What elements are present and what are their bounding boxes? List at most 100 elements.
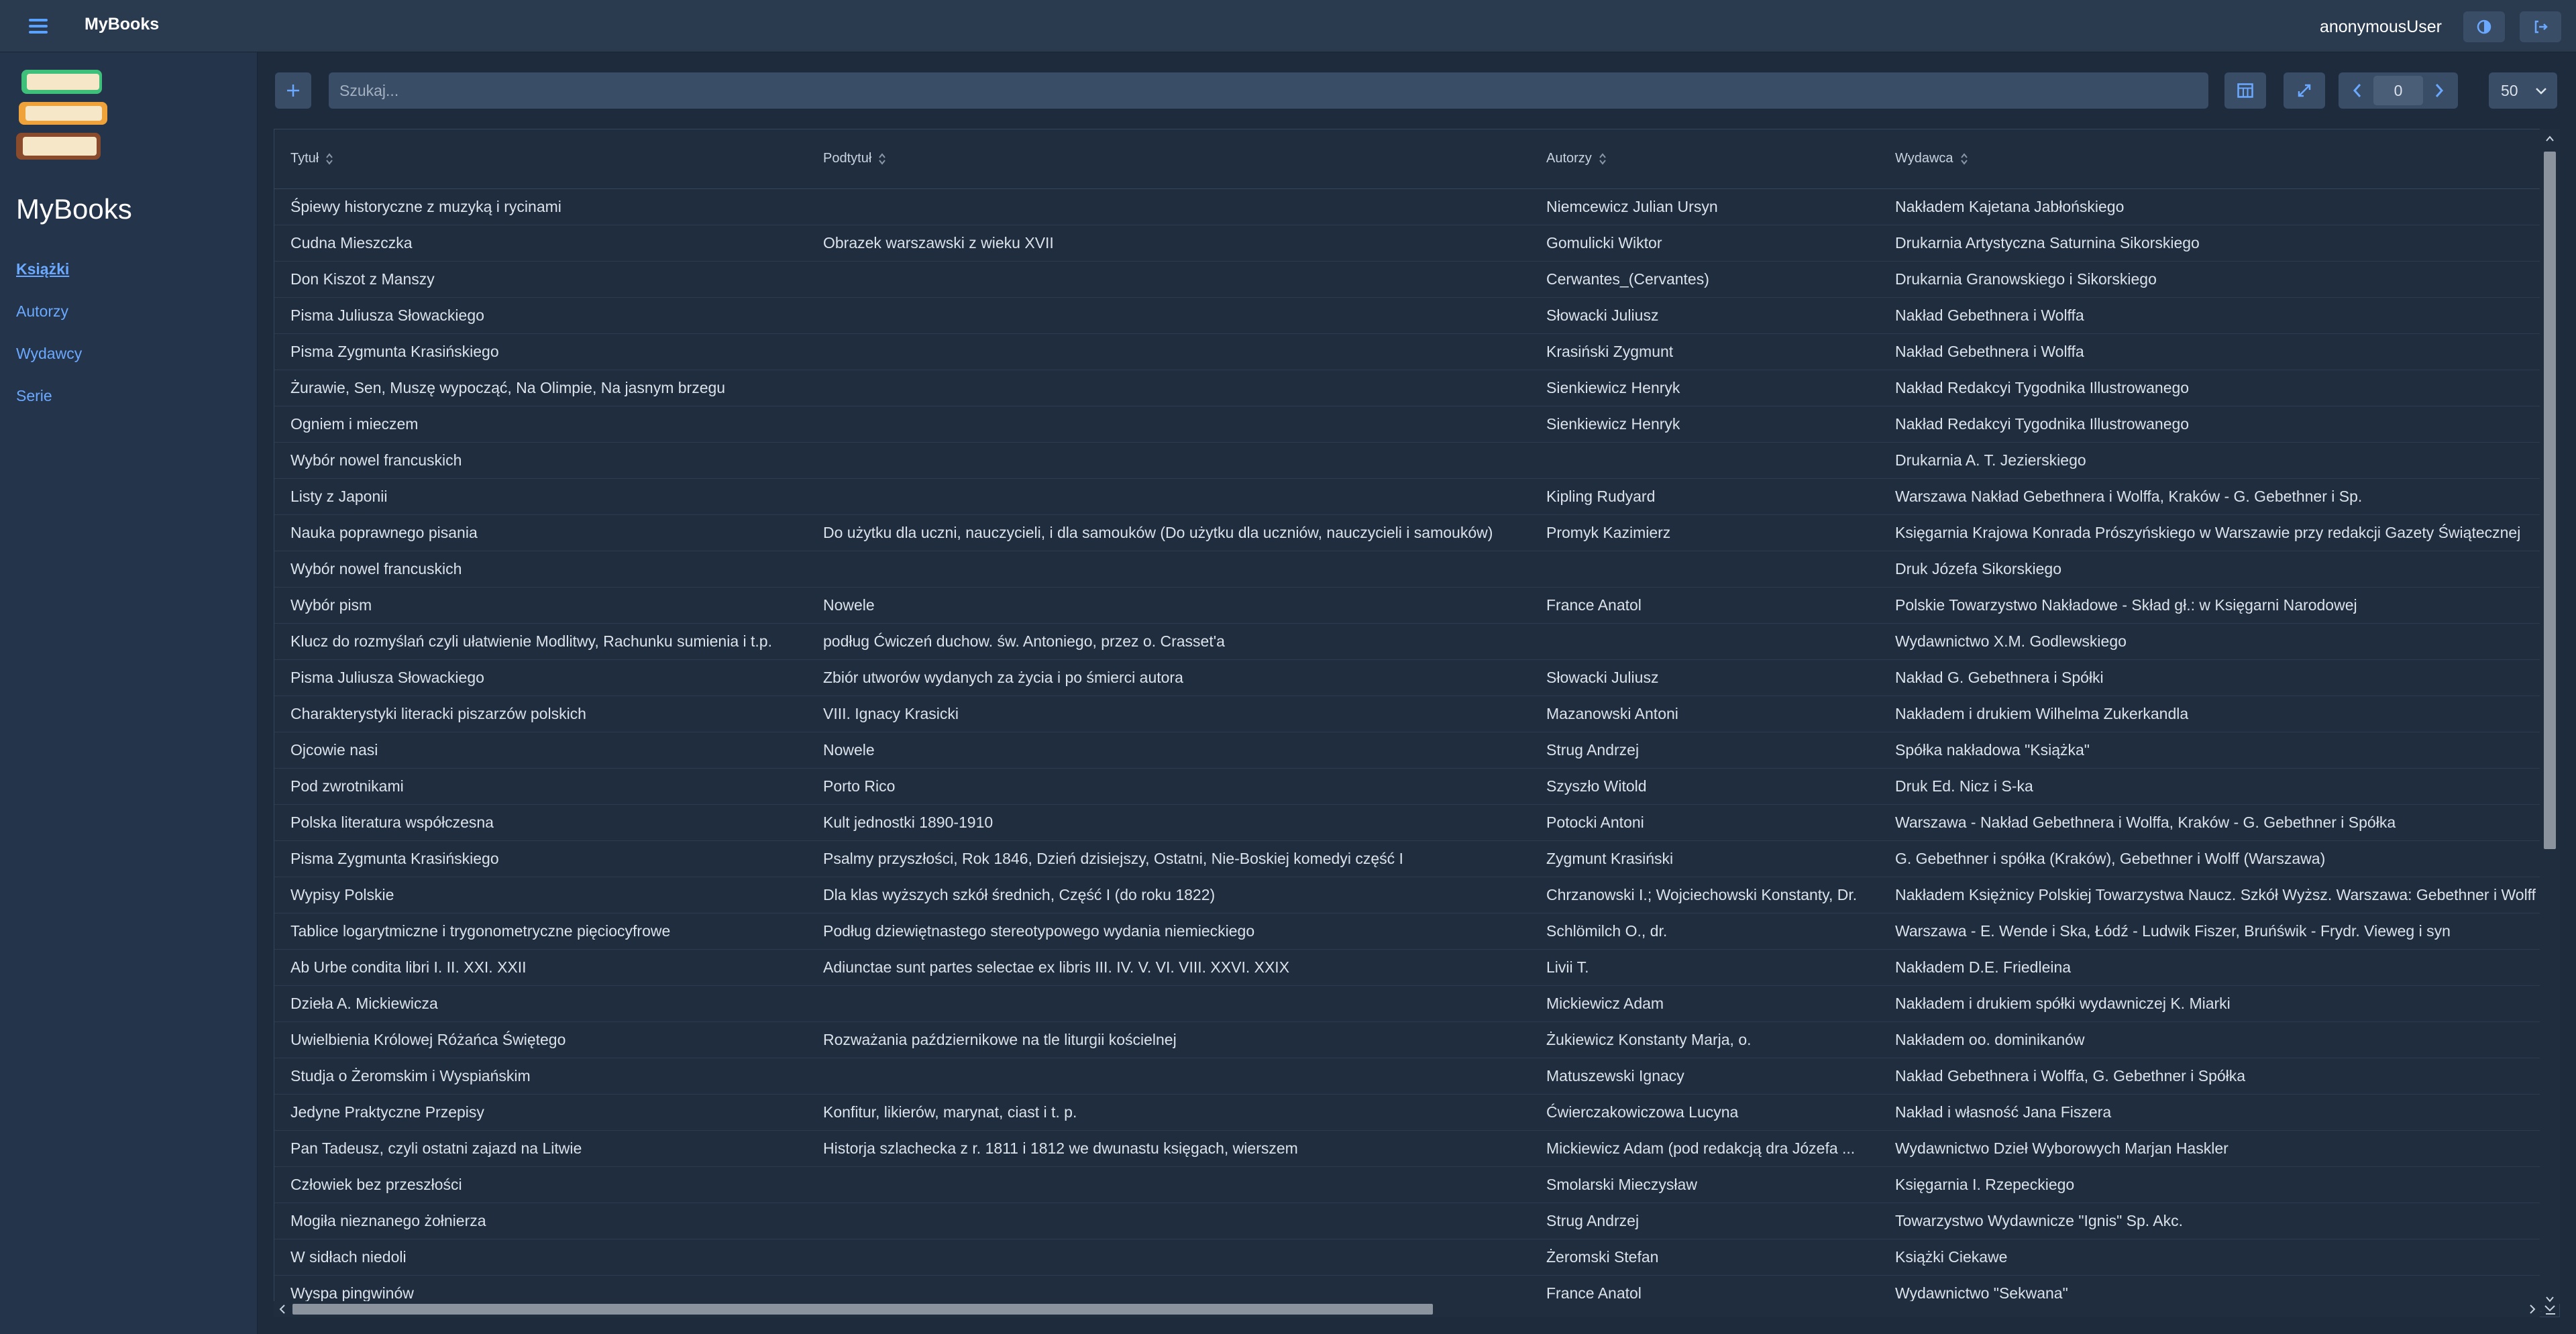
table-row[interactable]: Pan Tadeusz, czyli ostatni zajazd na Lit… — [274, 1130, 2542, 1167]
table-row[interactable]: Pisma Zygmunta Krasińskiego Krasiński Zyg… — [274, 333, 2542, 370]
table-row[interactable]: Wybór nowel francuskich Druk Józefa Sikor… — [274, 551, 2542, 588]
cell-subtitle — [807, 1166, 1530, 1203]
cell-subtitle: Do użytku dla uczni, nauczycieli, i dla … — [807, 514, 1530, 551]
resize-corner-icon — [2544, 1305, 2555, 1315]
next-page-button[interactable] — [2424, 76, 2454, 105]
page-size-select[interactable]: 50 — [2489, 72, 2557, 109]
cell-authors: Szyszło Witold — [1530, 768, 1879, 805]
table-row[interactable]: Wybór pism Nowele France Anatol Polskie Tow… — [274, 587, 2542, 624]
scroll-right-icon[interactable] — [2528, 1304, 2537, 1315]
column-header-subtitle[interactable]: Podtytuł — [807, 129, 1530, 189]
sidebar-title: MyBooks — [16, 193, 132, 225]
cell-title: Tablice logarytmiczne i trygonometryczne… — [274, 913, 807, 950]
cell-publisher: Nakładem D.E. Friedleina — [1879, 949, 2542, 986]
cell-publisher: Warszawa - Nakład Gebethnera i Wolffa, K… — [1879, 804, 2542, 841]
table-row[interactable]: Śpiewy historyczne z muzyką i rycinami Ni… — [274, 188, 2542, 225]
table-row[interactable]: Ojcowie nasi Nowele Strug Andrzej Spółka na… — [274, 732, 2542, 769]
theme-toggle-button[interactable] — [2463, 11, 2505, 42]
cell-title: Ojcowie nasi — [274, 732, 807, 769]
cell-title: Pisma Juliusza Słowackiego — [274, 297, 807, 334]
cell-authors: Ćwierczakowiczowa Lucyna — [1530, 1094, 1879, 1131]
cell-authors: France Anatol — [1530, 587, 1879, 624]
cell-subtitle — [807, 370, 1530, 406]
top-bar: MyBooks anonymousUser — [0, 0, 2576, 52]
cell-publisher: Drukarnia Granowskiego i Sikorskiego — [1879, 261, 2542, 298]
cell-publisher: Drukarnia Artystyczna Saturnina Sikorski… — [1879, 225, 2542, 262]
table-row[interactable]: Polska literatura współczesna Kult jednos… — [274, 804, 2542, 841]
table-row[interactable]: Uwielbienia Królowej Różańca Świętego Roz… — [274, 1021, 2542, 1058]
cell-title: Ab Urbe condita libri I. II. XXI. XXII — [274, 949, 807, 986]
cell-title: Śpiewy historyczne z muzyką i rycinami — [274, 188, 807, 225]
cell-authors: Niemcewicz Julian Ursyn — [1530, 188, 1879, 225]
columns-button[interactable] — [2224, 72, 2266, 109]
table-row[interactable]: Charakterystyki literacki piszarzów pols… — [274, 696, 2542, 732]
scroll-up-icon[interactable] — [2545, 134, 2555, 144]
cell-publisher: Księgarnia I. Rzepeckiego — [1879, 1166, 2542, 1203]
cell-publisher: Nakład Redakcyi Tygodnika Illustrowanego — [1879, 370, 2542, 406]
vertical-scroll-thumb[interactable] — [2544, 152, 2556, 849]
cell-publisher: Nakład Gebethnera i Wolffa — [1879, 333, 2542, 370]
table-row[interactable]: Mogiła nieznanego żołnierza Strug Andrzej… — [274, 1203, 2542, 1239]
cell-subtitle: podług Ćwiczeń duchow. św. Antoniego, pr… — [807, 623, 1530, 660]
fit-columns-button[interactable] — [2284, 72, 2325, 109]
scroll-left-icon[interactable] — [278, 1304, 287, 1315]
chevron-down-icon — [2536, 88, 2546, 95]
table-row[interactable]: Pisma Juliusza Słowackiego Zbiór utworów … — [274, 659, 2542, 696]
cell-authors: Promyk Kazimierz — [1530, 514, 1879, 551]
table-row[interactable]: Człowiek bez przeszłości Smolarski Mieczy… — [274, 1166, 2542, 1203]
table-row[interactable]: Cudna Mieszczka Obrazek warszawski z wiek… — [274, 225, 2542, 262]
sidebar-item-series[interactable]: Serie — [16, 387, 82, 406]
cell-publisher: Nakładem i drukiem Wilhelma Zukerkandla — [1879, 696, 2542, 732]
table-row[interactable]: Nauka poprawnego pisania Do użytku dla uc… — [274, 514, 2542, 551]
table-row[interactable]: Wypisy Polskie Dla klas wyższych szkół śr… — [274, 877, 2542, 913]
cell-authors: Słowacki Juliusz — [1530, 659, 1879, 696]
table-row[interactable]: Don Kiszot z Manszy Cerwantes_(Cervantes)… — [274, 261, 2542, 298]
table-row[interactable]: W sidłach niedoli Żeromski Stefan Książki … — [274, 1239, 2542, 1276]
vertical-scrollbar[interactable] — [2540, 129, 2560, 1304]
sidebar-item-authors[interactable]: Autorzy — [16, 302, 82, 322]
add-book-button[interactable] — [275, 72, 311, 109]
sidebar-item-publishers[interactable]: Wydawcy — [16, 345, 82, 364]
cell-title: Charakterystyki literacki piszarzów pols… — [274, 696, 807, 732]
cell-subtitle — [807, 478, 1530, 515]
table-row[interactable]: Pisma Juliusza Słowackiego Słowacki Juliu… — [274, 297, 2542, 334]
cell-authors: Mazanowski Antoni — [1530, 696, 1879, 732]
cell-authors: Gomulicki Wiktor — [1530, 225, 1879, 262]
cell-publisher: Nakład Redakcyi Tygodnika Illustrowanego — [1879, 406, 2542, 443]
table-row[interactable]: Żurawie, Sen, Muszę wypocząć, Na Olimpie… — [274, 370, 2542, 406]
prev-page-button[interactable] — [2343, 76, 2372, 105]
sort-icon — [1960, 153, 1968, 165]
table-row[interactable]: Pod zwrotnikami Porto Rico Szyszło Witold D… — [274, 768, 2542, 805]
table-row[interactable]: Studja o Żeromskim i Wyspiańskim Matuszew… — [274, 1058, 2542, 1095]
sidebar-item-books[interactable]: Książki — [16, 260, 82, 280]
cell-title: Klucz do rozmyślań czyli ułatwienie Modl… — [274, 623, 807, 660]
horizontal-scrollbar[interactable] — [274, 1301, 2540, 1317]
cell-publisher: Spółka nakładowa "Książka" — [1879, 732, 2542, 769]
cell-subtitle — [807, 1239, 1530, 1276]
table-row[interactable]: Listy z Japonii Kipling Rudyard Warszawa N… — [274, 478, 2542, 515]
table-body: Śpiewy historyczne z muzyką i rycinami Ni… — [274, 188, 2542, 1312]
cell-publisher: Warszawa Nakład Gebethnera i Wolffa, Kra… — [1879, 478, 2542, 515]
table-row[interactable]: Tablice logarytmiczne i trygonometryczne… — [274, 913, 2542, 950]
table-row[interactable]: Wybór nowel francuskich Drukarnia A. T. J… — [274, 442, 2542, 479]
table-row[interactable]: Pisma Zygmunta Krasińskiego Psalmy przysz… — [274, 840, 2542, 877]
table-row[interactable]: Dzieła A. Mickiewicza Mickiewicz Adam Nakł… — [274, 985, 2542, 1022]
column-header-publisher[interactable]: Wydawca — [1879, 129, 2542, 189]
table-row[interactable]: Ab Urbe condita libri I. II. XXI. XXII Ad… — [274, 949, 2542, 986]
cell-authors: Livii T. — [1530, 949, 1879, 986]
logout-button[interactable] — [2520, 11, 2561, 42]
sidebar: MyBooks Książki Autorzy Wydawcy Serie — [0, 52, 258, 1334]
search-input[interactable] — [329, 72, 2208, 109]
table-row[interactable]: Klucz do rozmyślań czyli ułatwienie Modl… — [274, 623, 2542, 660]
table-row[interactable]: Ogniem i mieczem Sienkiewicz Henryk Nakład… — [274, 406, 2542, 443]
sort-icon — [326, 153, 333, 165]
chevron-left-icon — [2353, 84, 2361, 97]
menu-icon[interactable] — [27, 16, 50, 36]
cell-subtitle: VIII. Ignacy Krasicki — [807, 696, 1530, 732]
horizontal-scroll-thumb[interactable] — [292, 1304, 1433, 1315]
cell-authors: Zygmunt Krasiński — [1530, 840, 1879, 877]
page-number-input[interactable]: 0 — [2373, 76, 2423, 105]
column-header-title[interactable]: Tytuł — [274, 129, 807, 189]
table-row[interactable]: Jedyne Praktyczne Przepisy Konfitur, liki… — [274, 1094, 2542, 1131]
column-header-authors[interactable]: Autorzy — [1530, 129, 1879, 189]
